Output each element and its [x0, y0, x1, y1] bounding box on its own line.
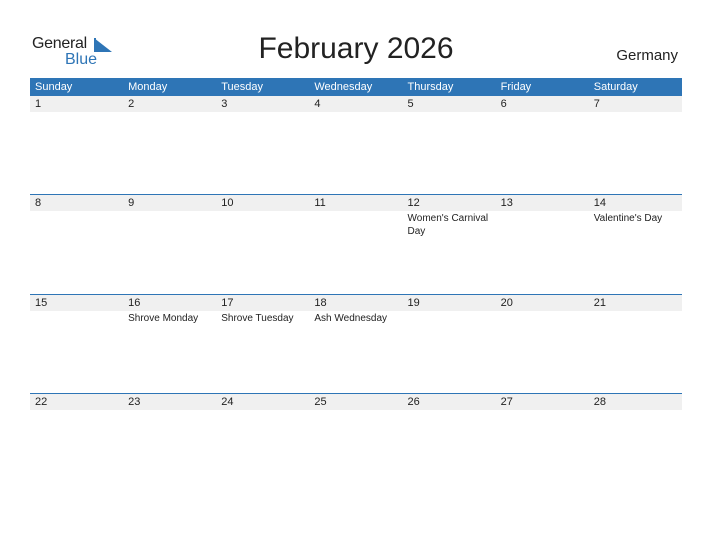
day-number: 21 [593, 297, 606, 309]
day-cell: 6 [496, 96, 589, 112]
day-number: 13 [500, 197, 513, 209]
week-row: 8 9 10 11 12 Women's Carnival Day 13 14 Valentin… [30, 194, 682, 294]
day-cell: 12 Women's Carnival Day [403, 195, 496, 238]
holiday-label: Women's Carnival Day [407, 213, 489, 237]
weekday-monday: Monday [128, 81, 168, 93]
day-number: 14 [593, 197, 606, 209]
holiday-label: Shrove Monday [128, 313, 199, 324]
day-number: 10 [221, 197, 234, 209]
day-cell: 2 [123, 96, 216, 112]
weekday-saturday: Saturday [593, 81, 638, 93]
day-cell: 21 [589, 295, 682, 325]
week-days: 8 9 10 11 12 Women's Carnival Day 13 14 Valentin… [30, 195, 682, 238]
day-number: 25 [314, 396, 327, 408]
country-label: Germany [616, 47, 678, 64]
day-cell: 16 Shrove Monday [123, 295, 216, 325]
holiday-label: Ash Wednesday [314, 313, 388, 324]
day-cell: 27 [496, 394, 589, 410]
day-number: 19 [407, 297, 420, 309]
day-number: 24 [221, 396, 234, 408]
day-cell: 26 [403, 394, 496, 410]
day-cell: 5 [403, 96, 496, 112]
day-cell: 22 [30, 394, 123, 410]
day-cell: 24 [216, 394, 309, 410]
day-cell: 19 [403, 295, 496, 325]
day-cell: 18 Ash Wednesday [309, 295, 402, 325]
day-cell: 20 [496, 295, 589, 325]
weekday-sunday: Sunday [35, 81, 73, 93]
day-number: 11 [314, 197, 326, 209]
day-number: 16 [128, 297, 141, 309]
day-cell: 25 [309, 394, 402, 410]
day-cell: 10 [216, 195, 309, 238]
day-number: 5 [407, 98, 414, 110]
day-cell: 7 [589, 96, 682, 112]
day-cell: 1 [30, 96, 123, 112]
day-number: 28 [593, 396, 606, 408]
day-number: 9 [128, 197, 135, 209]
week-days: 15 16 Shrove Monday 17 Shrove Tuesday 18 Ash W… [30, 295, 682, 325]
day-number: 7 [593, 98, 600, 110]
day-number: 22 [35, 396, 48, 408]
weekday-tuesday: Tuesday [221, 81, 264, 93]
day-number: 27 [500, 396, 513, 408]
page-title: February 2026 [258, 32, 454, 65]
day-cell: 28 [589, 394, 682, 410]
day-number: 1 [35, 98, 42, 110]
holiday-label: Valentine's Day [593, 213, 663, 224]
day-number: 2 [128, 98, 135, 110]
day-cell: 9 [123, 195, 216, 238]
week-row: 15 16 Shrove Monday 17 Shrove Tuesday 18 Ash W… [30, 294, 682, 394]
day-cell: 11 [309, 195, 402, 238]
weekday-header: Sunday Monday Tuesday Wednesday Thursday… [30, 78, 682, 96]
week-row: 22 23 24 25 26 27 28 [30, 393, 682, 493]
week-row: 1 2 3 4 5 6 7 [30, 96, 682, 195]
day-number: 8 [35, 197, 42, 209]
day-cell: 8 [30, 195, 123, 238]
weekday-wednesday: Wednesday [314, 81, 373, 93]
day-number: 6 [500, 98, 507, 110]
day-cell: 4 [309, 96, 402, 112]
day-cell: 14 Valentine's Day [589, 195, 682, 238]
day-cell: 23 [123, 394, 216, 410]
weekday-friday: Friday [500, 81, 532, 93]
day-cell: 13 [496, 195, 589, 238]
day-number: 18 [314, 297, 327, 309]
day-number: 3 [221, 98, 228, 110]
day-cell: 3 [216, 96, 309, 112]
day-number: 4 [314, 98, 321, 110]
week-days: 1 2 3 4 5 6 7 [30, 96, 682, 112]
holiday-label: Shrove Tuesday [221, 313, 294, 324]
day-cell: 15 [30, 295, 123, 325]
day-number: 12 [407, 197, 420, 209]
day-number: 20 [500, 297, 513, 309]
day-number: 15 [35, 297, 48, 309]
day-cell: 17 Shrove Tuesday [216, 295, 309, 325]
week-days: 22 23 24 25 26 27 28 [30, 394, 682, 410]
day-number: 23 [128, 396, 141, 408]
day-number: 17 [221, 297, 234, 309]
weekday-thursday: Thursday [407, 81, 454, 93]
day-number: 26 [407, 396, 420, 408]
